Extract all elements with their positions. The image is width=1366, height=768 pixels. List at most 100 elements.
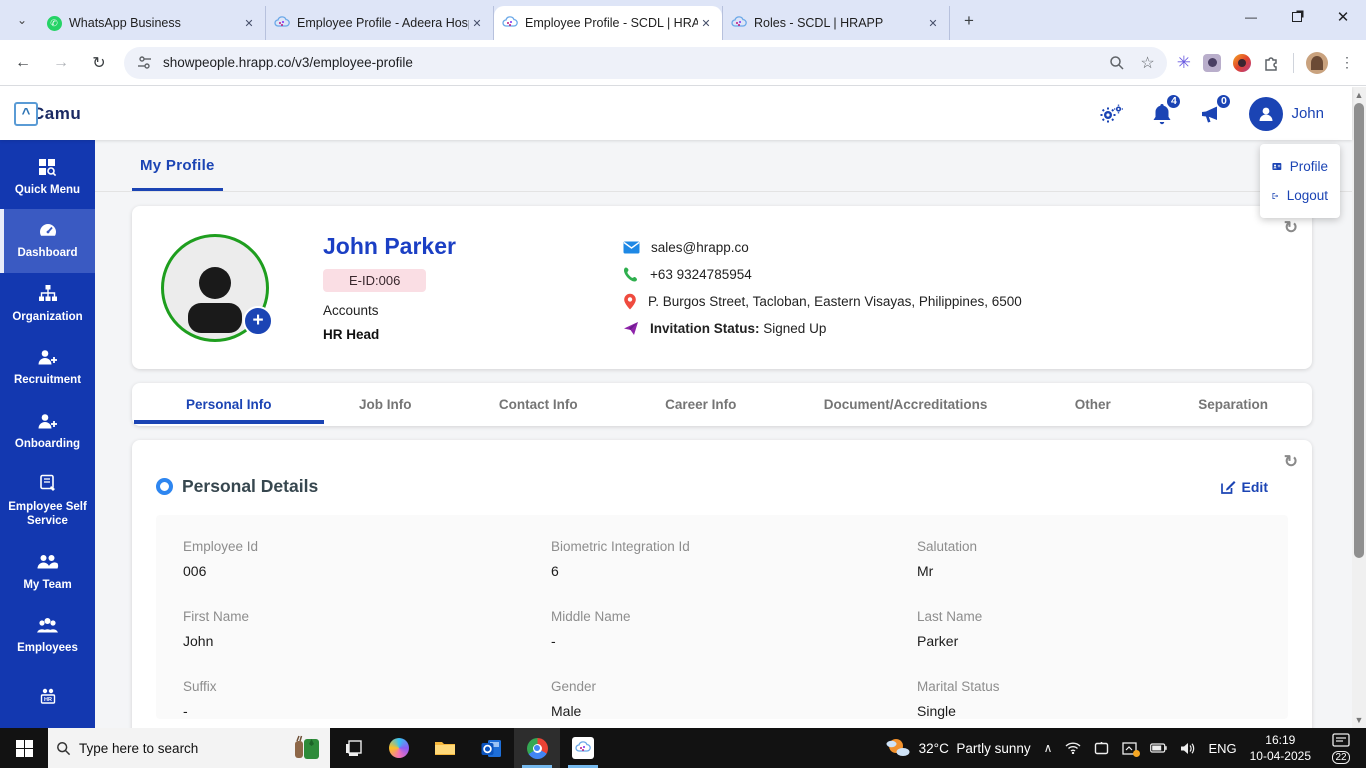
section-title: Personal Details [182, 476, 319, 496]
employee-phone[interactable]: +63 9324785954 [650, 267, 752, 282]
tab-roles-scdl[interactable]: Roles - SCDL | HRAPP ✕ [722, 6, 950, 40]
tab-close-icon[interactable]: ✕ [241, 15, 257, 31]
my-profile-tab[interactable]: My Profile [132, 157, 223, 191]
scroll-down-icon[interactable]: ▼ [1352, 715, 1366, 725]
restore-button[interactable] [1274, 0, 1320, 34]
extension-flower-icon[interactable]: ✳ [1177, 53, 1191, 73]
url-text[interactable]: showpeople.hrapp.co/v3/employee-profile [163, 55, 1108, 70]
employee-email[interactable]: sales@hrapp.co [651, 240, 749, 255]
sidebar-item-recruitment[interactable]: Recruitment [0, 336, 95, 399]
sidebar-item-partial[interactable]: HR [0, 667, 95, 719]
browser-menu-icon[interactable]: ⋮ [1340, 54, 1354, 71]
menu-item-profile[interactable]: Profile [1272, 152, 1328, 181]
page-tab-strip: My Profile [95, 140, 1352, 192]
field-biometric-id: Biometric Integration Id 6 [551, 539, 690, 579]
camu-logo[interactable]: ^ Camu [14, 101, 81, 126]
hr-badge-icon: HR [4, 685, 91, 707]
windows-logo-icon [15, 739, 33, 757]
task-view-button[interactable] [330, 728, 376, 768]
sidebar-item-organization[interactable]: Organization [0, 273, 95, 336]
quick-menu-icon [4, 156, 91, 178]
zoom-icon[interactable] [1108, 54, 1126, 72]
time: 16:19 [1265, 732, 1296, 747]
avatar-add-photo-button[interactable]: + [243, 305, 273, 336]
tab-career-info[interactable]: Career Info [661, 385, 740, 424]
dashboard-icon [4, 219, 91, 241]
tab-employee-profile-adeera[interactable]: Employee Profile - Adeera Hosp ✕ [266, 6, 494, 40]
language-indicator[interactable]: ENG [1208, 741, 1236, 756]
settings-gears-icon[interactable] [1099, 103, 1125, 125]
browser-profile-avatar[interactable] [1306, 51, 1328, 74]
employee-avatar[interactable]: + [161, 233, 273, 342]
tray-chevron-icon[interactable]: ∧ [1044, 741, 1053, 755]
announcement-megaphone-icon[interactable]: 0 [1199, 92, 1233, 126]
windows-taskbar: Type here to search 32°C Partly sunny ∧ [0, 728, 1366, 768]
sidebar-item-dashboard[interactable]: Dashboard [0, 209, 95, 274]
notification-center-button[interactable]: 22 [1324, 728, 1358, 768]
scroll-up-icon[interactable]: ▲ [1352, 90, 1366, 100]
tab-personal-info[interactable]: Personal Info [134, 385, 323, 424]
taskbar-search-box[interactable]: Type here to search [48, 728, 330, 768]
new-tab-button[interactable]: + [956, 8, 982, 34]
outlook-button[interactable] [468, 728, 514, 768]
profile-card-icon [1272, 162, 1282, 171]
scrollbar-thumb[interactable] [1354, 103, 1364, 558]
url-bar[interactable]: showpeople.hrapp.co/v3/employee-profile … [124, 46, 1167, 79]
menu-item-logout[interactable]: Logout [1272, 181, 1328, 210]
sidebar-item-my-team[interactable]: My Team [0, 541, 95, 604]
tab-search-button[interactable]: ⌄ [8, 6, 36, 34]
tab-employee-profile-scdl-active[interactable]: Employee Profile - SCDL | HRAP ✕ [494, 6, 722, 40]
weather-widget[interactable]: 32°C Partly sunny [885, 737, 1031, 759]
tab-close-icon[interactable]: ✕ [925, 15, 941, 31]
address-row: P. Burgos Street, Tacloban, Eastern Visa… [623, 291, 1022, 311]
search-highlight-image[interactable] [292, 735, 322, 761]
chrome-taskbar-button[interactable] [514, 728, 560, 768]
field-first-name: First Name John [183, 609, 250, 649]
svg-text:HR: HR [44, 697, 52, 703]
battery-icon[interactable] [1150, 743, 1168, 753]
reload-icon[interactable]: ↻ [84, 48, 114, 78]
tab-job-info[interactable]: Job Info [355, 385, 416, 424]
volume-icon[interactable] [1180, 742, 1195, 755]
sidebar-item-employee-self-service[interactable]: Employee Self Service [0, 463, 95, 541]
copilot-button[interactable] [376, 728, 422, 768]
edit-button[interactable]: Edit [1220, 479, 1268, 495]
wifi-icon[interactable] [1065, 742, 1081, 754]
hrapp-taskbar-button[interactable] [560, 728, 606, 768]
main-content: My Profile ↻ + John Parker E-ID:006 Acco… [95, 140, 1352, 728]
clock-widget[interactable]: 16:19 10-04-2025 [1250, 732, 1311, 764]
tab-whatsapp[interactable]: ✆ WhatsApp Business ✕ [38, 6, 266, 40]
sidebar-item-quick-menu[interactable]: Quick Menu [0, 140, 95, 209]
refresh-icon[interactable]: ↻ [1284, 452, 1298, 472]
site-settings-icon[interactable] [136, 54, 153, 71]
forward-icon[interactable]: → [46, 48, 76, 78]
extensions-puzzle-icon[interactable] [1263, 54, 1281, 72]
page-scrollbar[interactable]: ▲ ▼ [1352, 87, 1366, 728]
refresh-icon[interactable]: ↻ [1284, 218, 1298, 238]
cast-status-icon[interactable] [1122, 741, 1141, 757]
sidebar-item-employees[interactable]: Employees [0, 604, 95, 667]
tab-contact-info[interactable]: Contact Info [495, 385, 582, 424]
tab-close-icon[interactable]: ✕ [698, 15, 714, 31]
invitation-status-row: Invitation Status: Signed Up [623, 318, 1022, 338]
paper-plane-icon [624, 321, 638, 335]
tab-other[interactable]: Other [1071, 385, 1115, 424]
start-button[interactable] [0, 728, 48, 768]
close-button[interactable]: ✕ [1320, 0, 1366, 34]
device-icon[interactable] [1094, 741, 1109, 755]
bookmark-star-icon[interactable]: ☆ [1140, 53, 1154, 73]
tab-document-accreditations[interactable]: Document/Accreditations [820, 385, 992, 424]
user-chip[interactable]: John [1249, 96, 1324, 131]
back-icon[interactable]: ← [8, 48, 38, 78]
field-suffix: Suffix - [183, 679, 217, 719]
minimize-button[interactable]: — [1228, 0, 1274, 34]
extension-lens-icon[interactable] [1203, 53, 1221, 72]
sidebar-item-onboarding[interactable]: Onboarding [0, 400, 95, 463]
notification-bell-icon[interactable]: 4 [1151, 92, 1183, 126]
extension-orange-icon[interactable] [1233, 53, 1251, 72]
logout-icon [1272, 192, 1279, 199]
tab-separation[interactable]: Separation [1194, 385, 1272, 424]
tab-close-icon[interactable]: ✕ [469, 15, 485, 31]
file-explorer-button[interactable] [422, 728, 468, 768]
location-pin-icon [624, 293, 636, 309]
